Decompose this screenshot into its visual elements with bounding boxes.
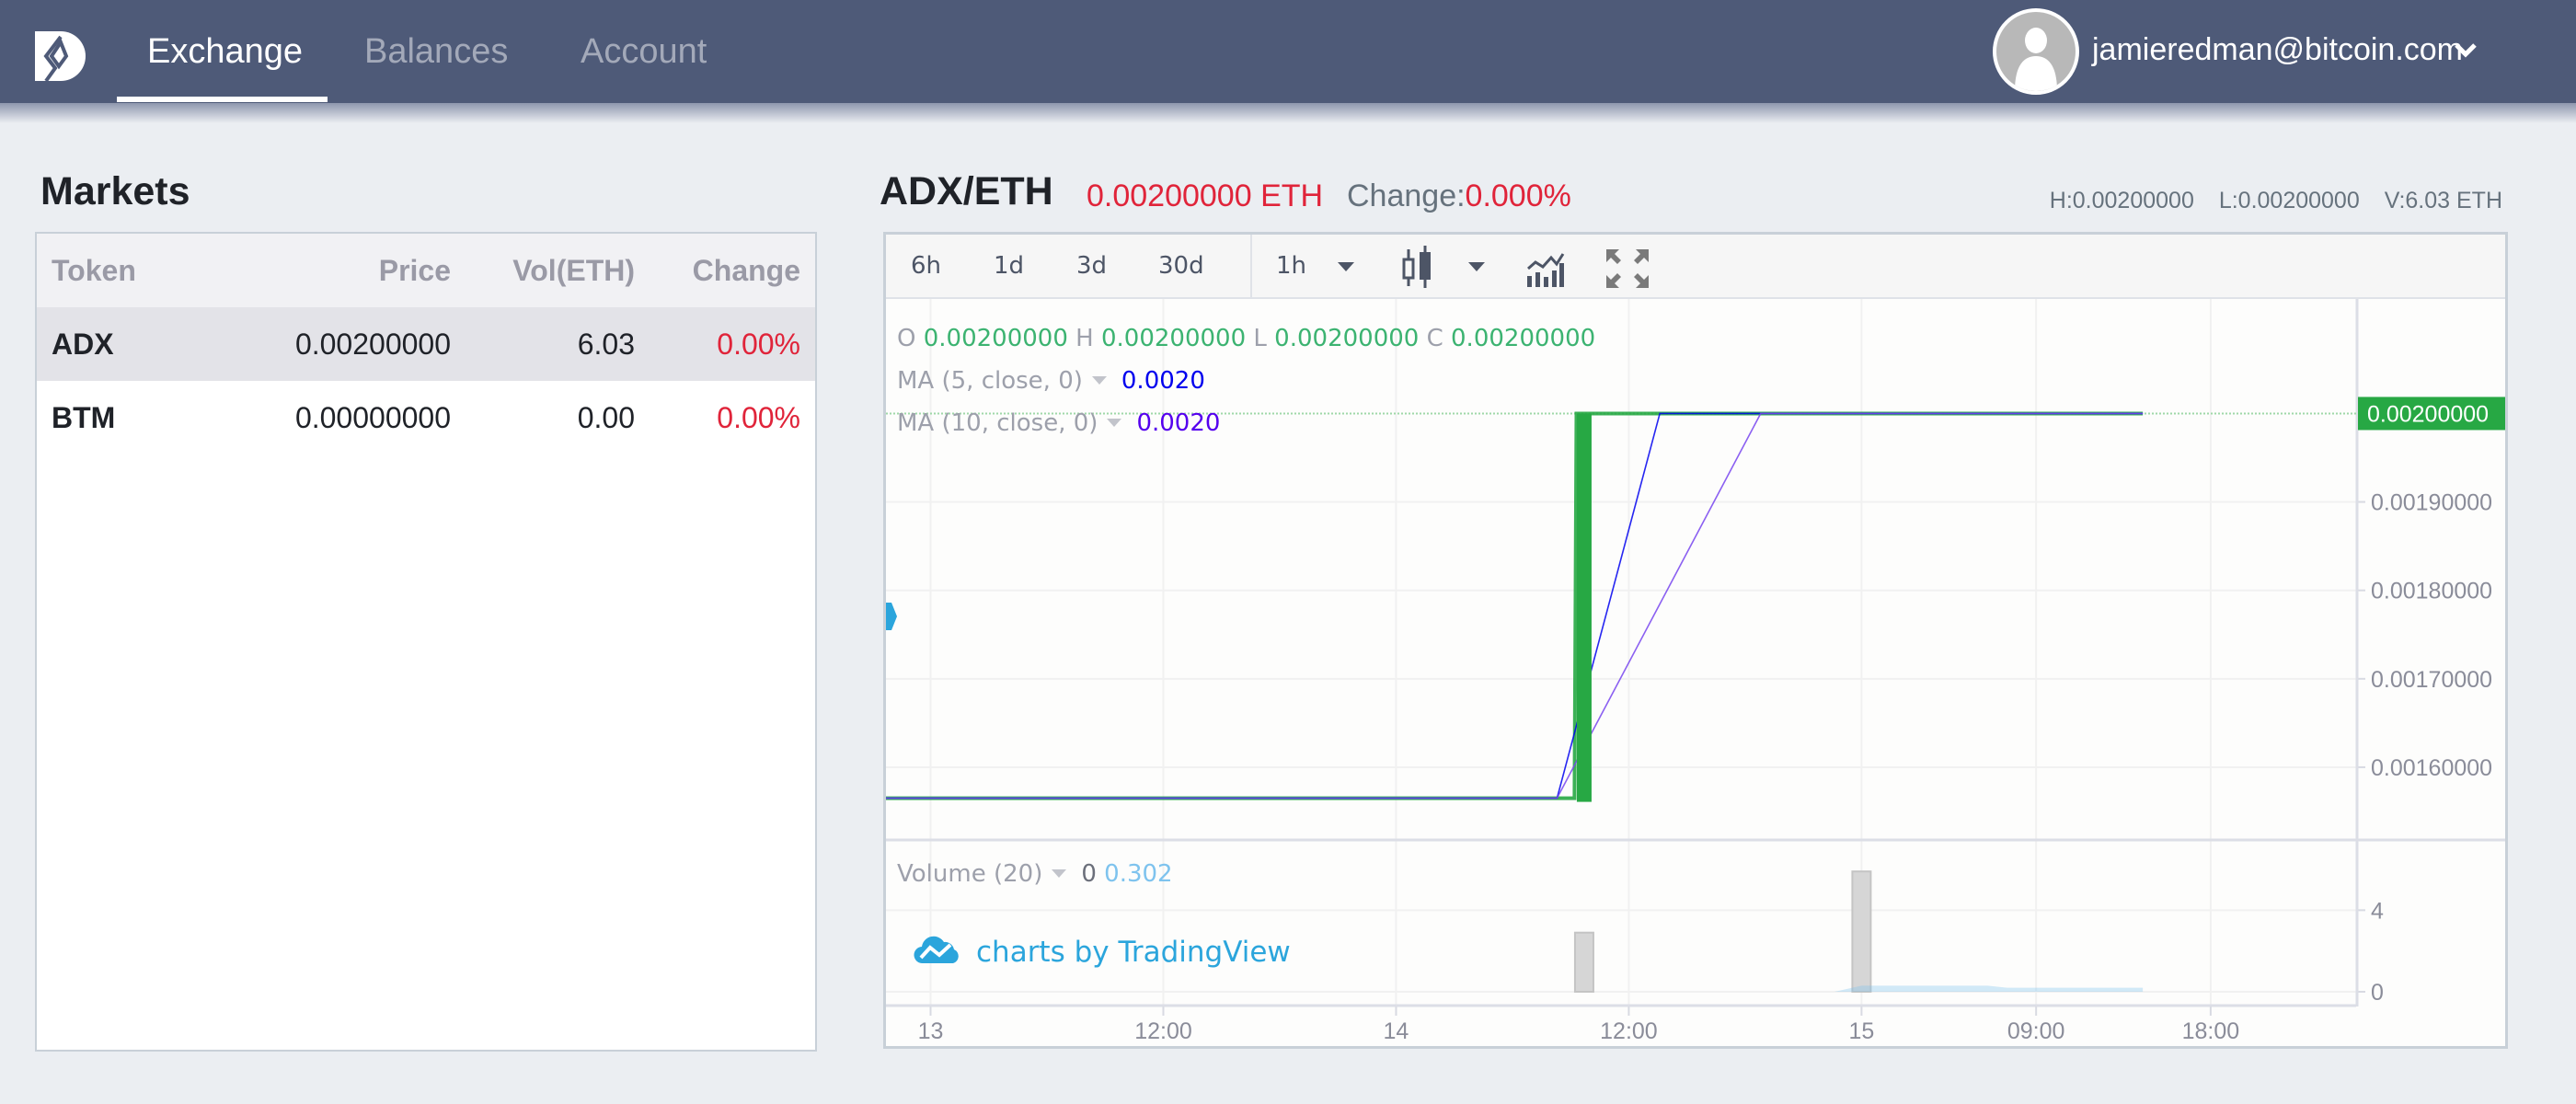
last-price-tag-label: 0.00200000: [2367, 401, 2489, 427]
diamond-d-logo-icon[interactable]: [33, 29, 86, 83]
legend-low-label: L: [1253, 325, 1267, 352]
legend-open-value: 0.00200000: [923, 325, 1068, 352]
market-token: BTM: [52, 401, 116, 434]
ma5-caret-down-icon[interactable]: [1091, 375, 1107, 385]
pair-change: Change:0.000%: [1347, 178, 1571, 214]
column-header-change[interactable]: Change: [693, 234, 800, 307]
legend-open-label: O: [897, 325, 916, 352]
range-1d-button[interactable]: 1d: [994, 235, 1024, 297]
chart-toolbar: 6h 1d 3d 30d 1h: [886, 235, 2505, 299]
price-axis-label: 0.00180000: [2371, 579, 2492, 604]
ma10-caret-down-icon[interactable]: [1107, 418, 1122, 427]
time-axis-label: 14: [1384, 1018, 1409, 1044]
market-price: 0.00000000: [294, 401, 451, 434]
market-row-adx[interactable]: ADX 0.00200000 6.03 0.00%: [37, 307, 815, 381]
nav-tab-exchange[interactable]: Exchange: [147, 0, 303, 103]
legend-low-value: 0.00200000: [1274, 325, 1420, 352]
close-line: [886, 411, 2144, 800]
ma10-label: MA (10, close, 0): [897, 409, 1098, 437]
nav-tab-account[interactable]: Account: [581, 0, 707, 103]
column-header-volume[interactable]: Vol(ETH): [512, 234, 635, 307]
tradingview-cloud-icon: [914, 936, 959, 964]
volume-ma-value: 0.302: [1104, 860, 1173, 888]
price-axis-label: 0.00190000: [2371, 490, 2492, 516]
legend-close-value: 0.00200000: [1451, 325, 1596, 352]
time-axis-label: 12:00: [1134, 1018, 1192, 1044]
time-axis-label: 18:00: [2182, 1018, 2240, 1044]
scroll-handle-icon[interactable]: [886, 603, 897, 630]
market-row-btm[interactable]: BTM 0.00000000 0.00 0.00%: [37, 381, 815, 454]
toolbar-divider: [1250, 235, 1252, 297]
market-volume: 0.00: [577, 401, 635, 434]
ohlc-legend: O 0.00200000 H 0.00200000 L 0.00200000 C…: [897, 325, 1595, 352]
indicators-icon[interactable]: [1526, 252, 1565, 287]
range-3d-button[interactable]: 3d: [1076, 235, 1107, 297]
ma5-label: MA (5, close, 0): [897, 367, 1083, 395]
fullscreen-icon[interactable]: [1606, 249, 1649, 288]
header-shadow: [0, 103, 2576, 123]
volume-label: Volume (20): [897, 860, 1043, 888]
volume-value: 0: [1081, 860, 1097, 888]
volume-axis-label: 0: [2371, 980, 2384, 1006]
legend-close-label: C: [1426, 325, 1443, 352]
market-change: 0.00%: [717, 401, 800, 434]
tradingview-branding-link[interactable]: charts by TradingView: [914, 934, 1291, 969]
market-volume: 6.03: [577, 328, 635, 361]
chevron-down-icon[interactable]: [2453, 40, 2478, 61]
volume-legend[interactable]: Volume (20) 0 0.302: [897, 860, 1173, 888]
pair-volume: V:6.03 ETH: [2384, 188, 2502, 213]
ma5-line: [886, 412, 2144, 799]
candle: [1576, 413, 1592, 802]
pair-change-value: 0.000%: [1465, 178, 1571, 213]
volume-bar: [1851, 870, 1872, 994]
market-token: ADX: [52, 328, 114, 361]
column-header-price[interactable]: Price: [379, 234, 451, 307]
nav-tab-balances[interactable]: Balances: [364, 0, 508, 103]
tradingview-branding-text: charts by TradingView: [976, 936, 1291, 969]
volume-caret-down-icon[interactable]: [1052, 868, 1067, 878]
markets-table: Token Price Vol(ETH) Change ADX 0.002000…: [35, 232, 817, 1052]
pair-low: L:0.00200000: [2218, 188, 2360, 213]
volume-bar: [1573, 931, 1594, 994]
legend-high-value: 0.00200000: [1100, 325, 1247, 352]
volume-axis-label: 4: [2371, 898, 2384, 924]
top-navigation-bar: Exchange Balances Account jamieredman@bi…: [0, 0, 2576, 103]
range-30d-button[interactable]: 30d: [1158, 235, 1204, 297]
ma10-value: 0.0020: [1136, 409, 1221, 437]
range-6h-button[interactable]: 6h: [911, 235, 941, 297]
price-axis-label: 0.00170000: [2371, 667, 2492, 693]
pair-high: H:0.00200000: [2049, 188, 2194, 213]
interval-caret-down-icon[interactable]: [1336, 260, 1356, 273]
price-chart[interactable]: 6h 1d 3d 30d 1h 0.00160000 0.00170000 0.…: [883, 232, 2508, 1049]
market-change: 0.00%: [717, 328, 800, 361]
markets-title: Markets: [40, 169, 190, 213]
user-silhouette-icon: [2015, 28, 2057, 91]
time-axis-label: 12:00: [1600, 1018, 1658, 1044]
candlestick-icon[interactable]: [1401, 246, 1434, 290]
pair-stats: H:0.00200000 L:0.00200000 V:6.03 ETH: [2031, 188, 2502, 214]
active-tab-indicator: [117, 97, 328, 102]
pair-last-price: 0.00200000 ETH: [1087, 178, 1324, 213]
pair-change-label: Change:: [1347, 178, 1466, 213]
chart-type-caret-down-icon[interactable]: [1466, 260, 1487, 273]
time-axis-label: 09:00: [2007, 1018, 2065, 1044]
markets-table-header: Token Price Vol(ETH) Change: [37, 234, 815, 307]
interval-button[interactable]: 1h: [1276, 235, 1306, 297]
avatar[interactable]: [1993, 8, 2079, 95]
ma10-legend[interactable]: MA (10, close, 0) 0.0020: [897, 409, 1220, 437]
user-menu[interactable]: jamieredman@bitcoin.com: [2092, 0, 2463, 103]
column-header-token[interactable]: Token: [52, 234, 136, 307]
time-axis-label: 15: [1849, 1018, 1875, 1044]
ma5-value: 0.0020: [1121, 367, 1205, 395]
ma5-legend[interactable]: MA (5, close, 0) 0.0020: [897, 367, 1205, 395]
time-axis-label: 13: [918, 1018, 944, 1044]
market-price: 0.00200000: [294, 328, 451, 361]
legend-high-label: H: [1075, 325, 1094, 352]
pair-title: ADX/ETH: [880, 169, 1053, 213]
ma10-line: [886, 412, 2144, 799]
price-axis-label: 0.00160000: [2371, 755, 2492, 781]
